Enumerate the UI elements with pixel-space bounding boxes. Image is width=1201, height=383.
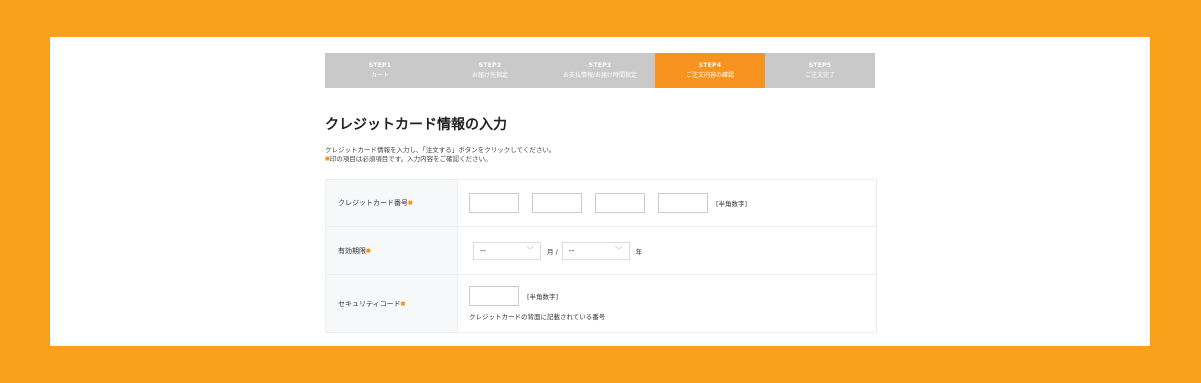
- step-label: ご注文完了: [804, 71, 835, 79]
- step-number: STEP5: [808, 61, 832, 69]
- card-number-input-2[interactable]: [532, 193, 582, 213]
- checkout-steps: STEP1 カート STEP2 お届け先指定 STEP3 お支払情報/お届け時間…: [325, 53, 875, 88]
- required-mark: ■: [408, 200, 413, 206]
- security-code-input[interactable]: [469, 286, 519, 306]
- chevron-down-icon: ﹀: [614, 246, 623, 255]
- card-number-hint: [半角数字]: [716, 200, 748, 208]
- card-number-input-4[interactable]: [658, 193, 708, 213]
- card-number-row: クレジットカード番号 ■ [半角数字]: [326, 180, 876, 227]
- card-number-fields: [半角数字]: [458, 180, 876, 226]
- instruction-line: クレジットカード情報を入力し、「注文する」ボタンをクリックしてください。: [325, 146, 556, 154]
- expiry-year-select[interactable]: -- ﹀: [561, 241, 630, 260]
- step-label: カート: [370, 71, 389, 79]
- expiry-label-text: 有効期限: [338, 246, 366, 255]
- credit-card-form: クレジットカード番号 ■ [半角数字] 有効期限 ■ -- ﹀ 月 / -- ﹀…: [325, 179, 877, 333]
- card-number-input-3[interactable]: [595, 193, 645, 213]
- security-code-line: [半角数字]: [469, 286, 605, 306]
- step-5: STEP5 ご注文完了: [765, 53, 875, 88]
- expiry-year-value: --: [568, 246, 575, 255]
- step-number: STEP4: [698, 61, 722, 69]
- card-number-label-text: クレジットカード番号: [338, 199, 408, 207]
- step-4-active: STEP4 ご注文内容の確認: [655, 53, 765, 88]
- chevron-down-icon: ﹀: [526, 246, 534, 255]
- required-note: ■印の項目は必須項目です。入力内容をご確認ください。: [325, 155, 555, 164]
- required-note-text: 印の項目は必須項目です。入力内容をご確認ください。: [329, 155, 492, 163]
- step-label: お支払情報/お届け時間指定: [562, 71, 638, 79]
- instructions: クレジットカード情報を入力し、「注文する」ボタンをクリックしてください。 ■印の…: [325, 146, 555, 164]
- step-3: STEP3 お支払情報/お届け時間指定: [545, 53, 655, 88]
- expiry-month-select[interactable]: -- ﹀: [473, 241, 541, 260]
- step-label: ご注文内容の確認: [685, 71, 734, 79]
- month-unit: 月 /: [547, 247, 558, 256]
- step-2: STEP2 お届け先指定: [435, 53, 545, 88]
- step-1: STEP1 カート: [325, 53, 435, 88]
- page-title: クレジットカード情報の入力: [325, 117, 507, 133]
- required-mark: ■: [366, 247, 371, 254]
- expiry-row: 有効期限 ■ -- ﹀ 月 / -- ﹀ 年: [326, 227, 876, 275]
- security-code-note: クレジットカードの背面に記載されている番号: [469, 313, 606, 321]
- expiry-fields: -- ﹀ 月 / -- ﹀ 年: [458, 227, 876, 274]
- security-code-group: [半角数字] クレジットカードの背面に記載されている番号: [469, 286, 605, 321]
- required-mark: ■: [400, 300, 406, 307]
- security-code-label: セキュリティコード ■: [326, 275, 458, 332]
- card-number-input-1[interactable]: [469, 193, 519, 213]
- step-label: お届け先指定: [471, 71, 508, 79]
- security-code-row: セキュリティコード ■ [半角数字] クレジットカードの背面に記載されている番号: [326, 275, 876, 333]
- expiry-month-value: --: [480, 246, 486, 255]
- card-number-label: クレジットカード番号 ■: [326, 180, 458, 226]
- security-code-hint: [半角数字]: [527, 293, 559, 301]
- security-code-label-text: セキュリティコード: [338, 299, 401, 308]
- content-panel: STEP1 カート STEP2 お届け先指定 STEP3 お支払情報/お届け時間…: [50, 37, 1150, 346]
- step-number: STEP1: [368, 61, 392, 69]
- security-code-fields: [半角数字] クレジットカードの背面に記載されている番号: [458, 275, 876, 332]
- year-unit: 年: [635, 247, 643, 256]
- step-number: STEP2: [478, 61, 502, 69]
- step-number: STEP3: [588, 61, 612, 69]
- expiry-label: 有効期限 ■: [326, 227, 458, 274]
